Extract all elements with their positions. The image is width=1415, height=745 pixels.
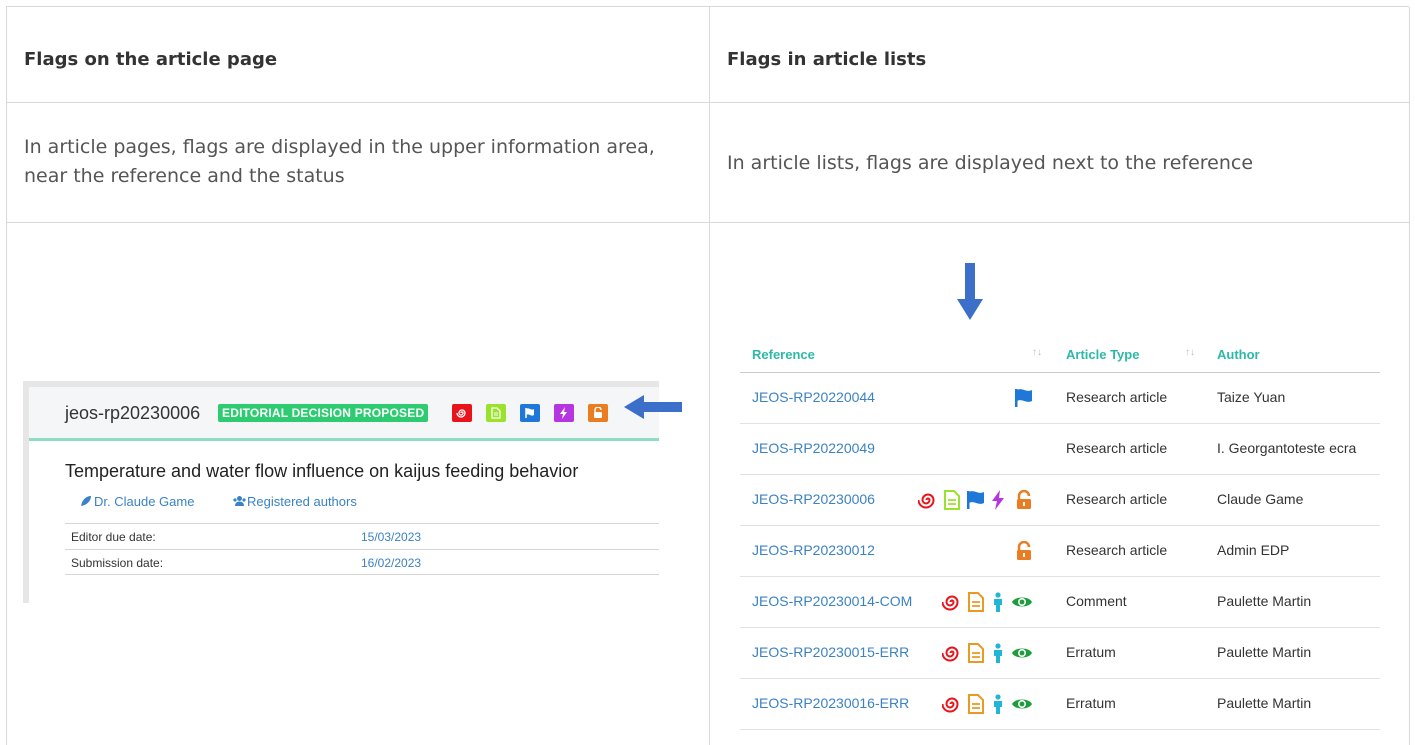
flag-icon [1015,389,1032,407]
description-cell-article-page: In article pages, flags are displayed in… [7,103,710,223]
column-article-type[interactable]: Article Type [1066,347,1139,362]
person-icon [994,694,1002,714]
spiral-icon [456,409,466,418]
submission-date-row: Submission date: 16/02/2023 [65,549,659,575]
row-author: Admin EDP [1217,542,1290,558]
spiral-flag[interactable] [452,404,472,422]
row-author: I. Georgantoteste ecra [1217,440,1357,456]
lightning-flag[interactable] [554,404,574,422]
row-reference-link[interactable]: JEOS-RP20230016-ERR [752,695,909,711]
row-reference-link[interactable]: JEOS-RP20230015-ERR [752,644,909,660]
sort-reference-icon[interactable]: ↑↓ [1032,347,1042,358]
document-icon [968,592,984,612]
article-list-example-cell: Reference ↑↓ Article Type ↑↓ Author JEOS… [710,223,1410,745]
table-row: JEOS-RP20220049 Research article I. Geor… [740,425,1380,475]
article-page-example-cell: jeos-rp20230006 EDITORIAL DECISION PROPO… [7,223,710,745]
row-reference-link[interactable]: JEOS-RP20220044 [752,389,875,405]
flag-icon [967,491,984,509]
row-author: Paulette Martin [1217,593,1312,609]
table-row: JEOS-RP20230016-ERR Erratum Paulette Mar… [740,680,1380,730]
users-icon [233,496,246,506]
article-title: Temperature and water flow influence on … [65,461,579,481]
flags-documentation-table: Flags on the article page Flags in artic… [6,6,1410,745]
spiral-icon [942,646,959,662]
spiral-icon [942,595,959,611]
pointer-arrow-down-icon [957,263,983,320]
row-article-type: Erratum [1066,644,1116,660]
table-row: JEOS-RP20230014-COM Comment Paulette Mar… [740,578,1380,628]
row-article-type: Erratum [1066,695,1116,711]
description-article-page: In article pages, flags are displayed in… [24,136,655,187]
lightning-icon [560,407,567,419]
table-row: JEOS-RP20230006 Research article Claude … [740,476,1380,526]
unlock-icon [1017,490,1031,509]
row-article-type: Research article [1066,389,1168,405]
row-reference-link[interactable]: JEOS-RP20220049 [752,440,875,456]
unlock-flag[interactable] [588,404,608,422]
unlock-icon [594,407,602,418]
document-flag[interactable] [486,404,506,422]
header-article-lists: Flags in article lists [727,49,927,70]
row-author: Taize Yuan [1217,389,1286,405]
registered-authors-label: Registered authors [247,494,357,509]
row-author: Paulette Martin [1217,695,1312,711]
person-icon [994,592,1002,612]
row-article-type: Comment [1066,593,1127,609]
description-cell-article-lists: In article lists, flags are displayed ne… [710,103,1410,223]
header-cell-article-lists: Flags in article lists [710,7,1410,103]
row-author: Claude Game [1217,491,1304,507]
eye-icon [1012,648,1032,658]
row-article-type: Research article [1066,440,1168,456]
column-reference[interactable]: Reference [752,347,815,362]
article-page-screenshot: jeos-rp20230006 EDITORIAL DECISION PROPO… [23,381,659,603]
document-icon [491,407,501,419]
header-article-page: Flags on the article page [24,49,278,70]
submission-date-value[interactable]: 16/02/2023 [361,556,421,570]
table-row: JEOS-RP20230015-ERR Erratum Paulette Mar… [740,629,1380,679]
document-icon [968,643,984,663]
pointer-arrow-left-icon [624,395,682,419]
flag-flag[interactable] [520,404,540,422]
editor-due-date-row: Editor due date: 15/03/2023 [65,523,659,549]
flag-icon [525,408,534,418]
leaf-icon [81,496,91,506]
column-author[interactable]: Author [1217,347,1260,362]
header-cell-article-page: Flags on the article page [7,7,710,103]
unlock-icon [1017,541,1031,560]
editor-due-date-value[interactable]: 15/03/2023 [361,530,421,544]
submission-date-label: Submission date: [71,556,164,570]
row-reference-link[interactable]: JEOS-RP20230012 [752,542,875,558]
eye-icon [1012,597,1032,607]
row-author: Paulette Martin [1217,644,1312,660]
row-reference-link[interactable]: JEOS-RP20230014-COM [752,593,912,609]
status-badge: EDITORIAL DECISION PROPOSED [218,404,429,422]
document-icon [944,490,960,510]
article-header-bar: jeos-rp20230006 EDITORIAL DECISION PROPO… [29,387,659,441]
author-name: Dr. Claude Game [94,494,195,509]
editor-due-date-label: Editor due date: [71,530,156,544]
document-icon [968,694,984,714]
spiral-icon [918,493,935,509]
description-article-lists: In article lists, flags are displayed ne… [727,152,1254,174]
table-row: JEOS-RP20220044 Research article Taize Y… [740,374,1380,424]
row-reference-link[interactable]: JEOS-RP20230006 [752,491,875,507]
person-icon [994,643,1002,663]
sort-type-icon[interactable]: ↑↓ [1185,347,1195,358]
eye-icon [1012,699,1032,709]
row-article-type: Research article [1066,542,1168,558]
row-article-type: Research article [1066,491,1168,507]
lightning-icon [992,490,1004,510]
spiral-icon [942,697,959,713]
article-list-header: Reference ↑↓ Article Type ↑↓ Author [740,343,1380,373]
article-reference: jeos-rp20230006 [65,403,201,423]
table-row: JEOS-RP20230012 Research article Admin E… [740,527,1380,577]
